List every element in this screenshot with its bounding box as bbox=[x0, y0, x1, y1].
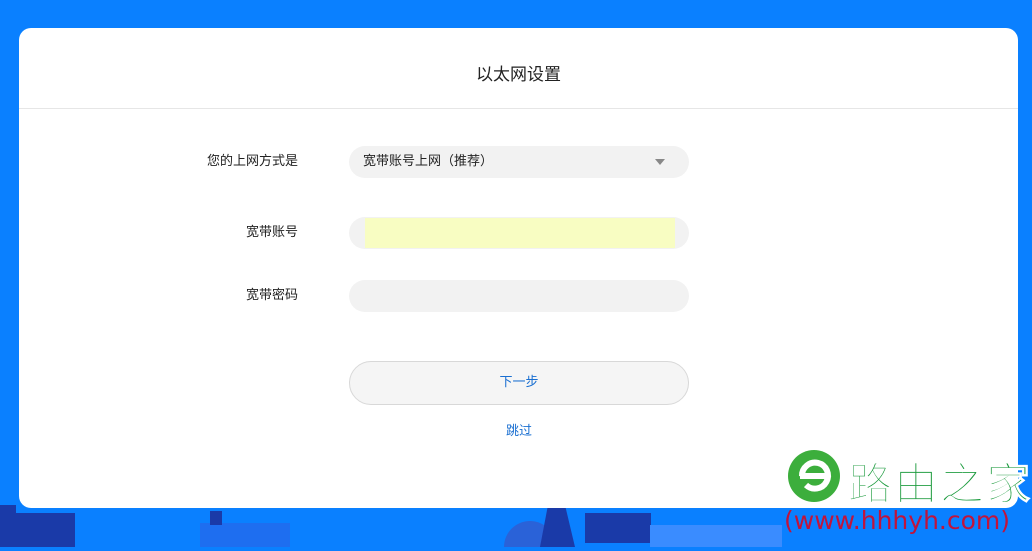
settings-card: 以太网设置 您的上网方式是 宽带账号上网（推荐） 宽带账号 宽带密码 下一步 跳… bbox=[19, 28, 1018, 508]
watermark-brand: 路由之家 bbox=[848, 459, 1032, 511]
brand-logo-icon bbox=[785, 447, 843, 505]
password-row: 宽带密码 bbox=[19, 280, 1018, 312]
password-input[interactable] bbox=[349, 280, 689, 312]
watermark: 路由之家 (www.hhhyh.com) bbox=[782, 446, 1032, 547]
account-input-autofill bbox=[365, 218, 675, 248]
next-button[interactable]: 下一步 bbox=[349, 361, 689, 405]
connection-type-label: 您的上网方式是 bbox=[206, 154, 298, 169]
page-title: 以太网设置 bbox=[476, 64, 561, 85]
card-header: 以太网设置 bbox=[19, 28, 1018, 109]
account-label: 宽带账号 bbox=[245, 225, 298, 240]
background-cityscape bbox=[0, 505, 782, 551]
connection-type-value: 宽带账号上网（推荐） bbox=[363, 154, 494, 169]
account-row: 宽带账号 bbox=[19, 217, 1018, 249]
skip-link[interactable]: 跳过 bbox=[489, 420, 549, 439]
background-decoration bbox=[0, 505, 782, 551]
account-input[interactable] bbox=[349, 217, 689, 249]
chevron-down-icon bbox=[655, 159, 665, 165]
password-label: 宽带密码 bbox=[245, 288, 298, 303]
watermark-url: (www.hhhyh.com) bbox=[784, 506, 1011, 535]
connection-type-select[interactable]: 宽带账号上网（推荐） bbox=[349, 146, 689, 178]
connection-type-row: 您的上网方式是 宽带账号上网（推荐） bbox=[19, 146, 1018, 178]
